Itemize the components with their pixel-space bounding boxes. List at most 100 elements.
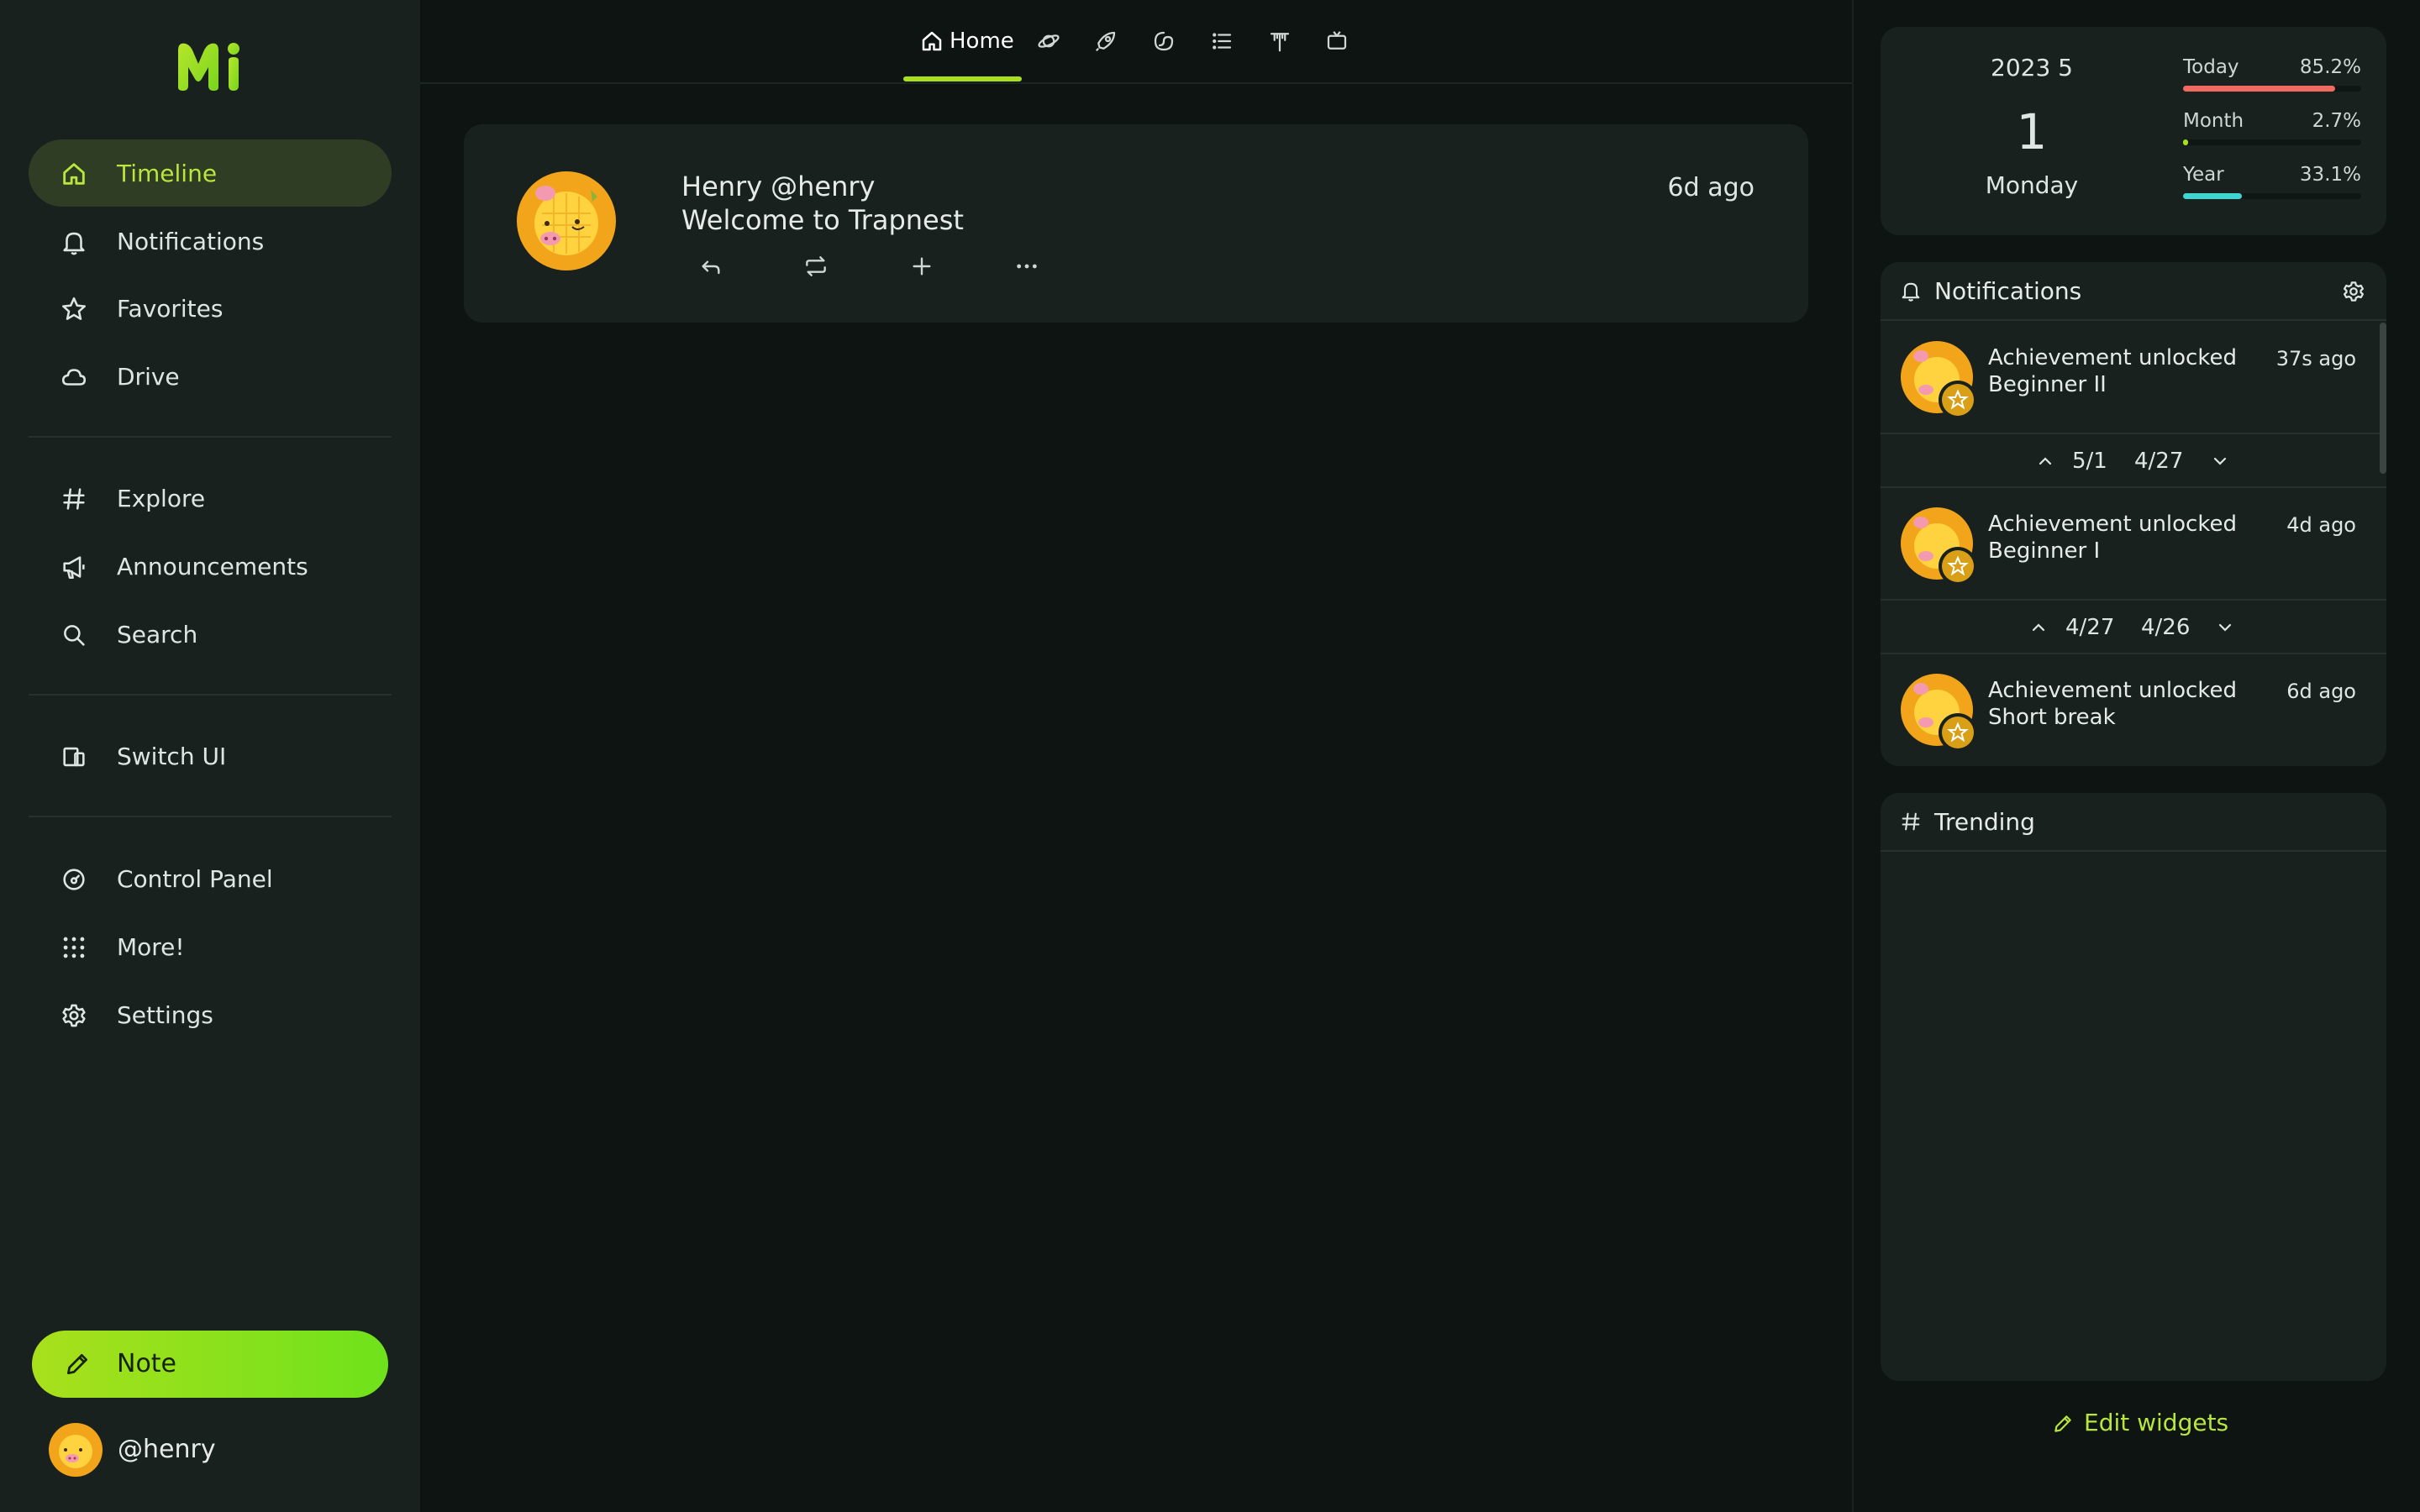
progress-track bbox=[2183, 86, 2361, 92]
sidebar-item-label: Favorites bbox=[117, 295, 224, 323]
notifications-widget: Notifications Achievement unlocked Begin… bbox=[1881, 262, 2386, 766]
notification-time: 4d ago bbox=[2286, 513, 2356, 537]
grid-dots-icon bbox=[63, 937, 85, 958]
sidebar-item-switch-ui[interactable]: Switch UI bbox=[29, 722, 392, 790]
widget-header: Notifications bbox=[1881, 262, 2386, 321]
progress-value: 2.7% bbox=[2312, 110, 2361, 132]
account-menu[interactable]: @henry bbox=[49, 1423, 385, 1480]
bell-icon bbox=[1902, 282, 1920, 302]
chevron-up-icon bbox=[2032, 623, 2045, 632]
note-author[interactable]: Henry @henry bbox=[681, 170, 883, 203]
progress-fill bbox=[2183, 193, 2243, 199]
sidebar-item-explore[interactable]: Explore bbox=[29, 465, 392, 532]
sidebar-item-label: Control Panel bbox=[117, 865, 273, 893]
notification-time: 37s ago bbox=[2275, 347, 2356, 370]
note-timestamp[interactable]: 6d ago bbox=[1668, 173, 1754, 203]
calendar-year-month: 2023 5 bbox=[1991, 54, 2073, 81]
edit-widgets-label: Edit widgets bbox=[2084, 1409, 2229, 1436]
more-icon[interactable] bbox=[1013, 253, 1040, 280]
tab-home-label: Home bbox=[950, 29, 1014, 54]
achievement-badge-icon bbox=[1939, 713, 1977, 752]
progress-track bbox=[2183, 139, 2361, 145]
gear-icon bbox=[62, 1004, 86, 1027]
note-text: Welcome to Trapnest bbox=[681, 204, 964, 236]
progress-today: Today 85.2% bbox=[2183, 55, 2361, 106]
plus-icon[interactable] bbox=[908, 253, 935, 280]
notification-body: Beginner I bbox=[1988, 538, 2101, 564]
date-newer: 4/27 bbox=[2065, 615, 2115, 640]
sidebar-item-announcements[interactable]: Announcements bbox=[29, 533, 392, 600]
sidebar-item-label: Explore bbox=[117, 485, 206, 512]
notification-item[interactable]: Achievement unlocked Beginner II 37s ago bbox=[1881, 323, 2386, 433]
progress-month: Month 2.7% bbox=[2183, 109, 2361, 160]
sidebar-item-label: Timeline bbox=[117, 160, 218, 187]
pencil-icon bbox=[67, 1354, 87, 1374]
cloud-icon bbox=[61, 369, 87, 386]
author-username: @henry bbox=[771, 171, 876, 202]
antenna-icon[interactable] bbox=[1267, 29, 1292, 54]
sidebar-item-label: Search bbox=[117, 621, 198, 648]
progress-label: Year bbox=[2183, 164, 2224, 186]
achievement-badge-icon bbox=[1939, 547, 1977, 585]
calendar-weekday: Monday bbox=[1985, 171, 2079, 199]
sidebar-item-more[interactable]: More! bbox=[29, 913, 392, 980]
calendar-day: 1 bbox=[2016, 103, 2048, 160]
hash-icon bbox=[63, 488, 85, 510]
rocket-icon[interactable] bbox=[1093, 29, 1118, 54]
list-icon[interactable] bbox=[1209, 29, 1234, 54]
progress-label: Month bbox=[2183, 110, 2244, 132]
misskey-logo[interactable] bbox=[173, 39, 245, 92]
note-button[interactable]: Note bbox=[32, 1331, 388, 1398]
progress-value: 85.2% bbox=[2299, 56, 2361, 78]
sidebar-item-label: Announcements bbox=[117, 553, 308, 580]
sidebar-item-drive[interactable]: Drive bbox=[29, 343, 392, 410]
avatar bbox=[49, 1423, 103, 1477]
sidebar-item-settings[interactable]: Settings bbox=[29, 981, 392, 1048]
account-handle: @henry bbox=[118, 1435, 216, 1464]
sidebar-item-label: Drive bbox=[117, 363, 180, 391]
chevron-down-icon bbox=[2218, 623, 2232, 632]
notification-body: Beginner II bbox=[1988, 372, 2107, 397]
chevron-down-icon bbox=[2213, 457, 2227, 465]
widget-title: Trending bbox=[1934, 808, 2035, 836]
notification-body: Short break bbox=[1988, 705, 2116, 730]
sidebar-item-favorites[interactable]: Favorites bbox=[29, 275, 392, 342]
reply-icon[interactable] bbox=[697, 253, 724, 280]
gauge-icon bbox=[63, 869, 85, 890]
trending-widget: Trending bbox=[1881, 793, 2386, 1381]
widgets-column: 2023 5 1 Monday Today 85.2% Month 2.7% Y… bbox=[1852, 0, 2420, 1512]
home-icon bbox=[63, 163, 85, 185]
sidebar: Timeline Notifications Favorites Drive E… bbox=[0, 0, 420, 1512]
active-tab-indicator bbox=[903, 76, 1022, 81]
sidebar-item-control-panel[interactable]: Control Panel bbox=[29, 845, 392, 912]
renote-icon[interactable] bbox=[802, 253, 829, 280]
notification-item[interactable]: Achievement unlocked Beginner I 4d ago bbox=[1881, 489, 2386, 600]
sidebar-item-timeline[interactable]: Timeline bbox=[29, 139, 392, 207]
whirl-icon[interactable] bbox=[1151, 29, 1176, 54]
tab-home[interactable]: Home bbox=[919, 17, 1025, 64]
main-column: Home Henry @henry Welcome to Trapnest 6d … bbox=[420, 0, 1852, 1512]
hash-icon bbox=[1902, 812, 1920, 831]
notification-title: Achievement unlocked bbox=[1988, 345, 2237, 370]
gear-icon[interactable] bbox=[2341, 279, 2366, 304]
bell-icon bbox=[63, 232, 85, 255]
avatar[interactable] bbox=[517, 171, 616, 270]
scrollbar[interactable] bbox=[2380, 323, 2386, 474]
sidebar-item-search[interactable]: Search bbox=[29, 601, 392, 668]
widget-header: Trending bbox=[1881, 793, 2386, 852]
notification-title: Achievement unlocked bbox=[1988, 512, 2237, 537]
sidebar-divider bbox=[29, 816, 392, 817]
note-card[interactable]: Henry @henry Welcome to Trapnest 6d ago bbox=[464, 124, 1808, 323]
planet-icon[interactable] bbox=[1036, 29, 1061, 54]
tv-icon[interactable] bbox=[1324, 29, 1349, 54]
note-button-label: Note bbox=[117, 1349, 177, 1378]
sidebar-item-label: Settings bbox=[117, 1001, 213, 1029]
calendar-widget: 2023 5 1 Monday Today 85.2% Month 2.7% Y… bbox=[1881, 27, 2386, 235]
pencil-icon bbox=[2054, 1415, 2071, 1432]
notification-item[interactable]: Achievement unlocked Short break 6d ago bbox=[1881, 655, 2386, 766]
progress-track bbox=[2183, 193, 2361, 199]
sidebar-item-notifications[interactable]: Notifications bbox=[29, 207, 392, 275]
widget-title: Notifications bbox=[1934, 277, 2082, 305]
date-separator: 5/1 4/27 bbox=[1881, 433, 2386, 488]
sidebar-item-label: Switch UI bbox=[117, 743, 227, 770]
